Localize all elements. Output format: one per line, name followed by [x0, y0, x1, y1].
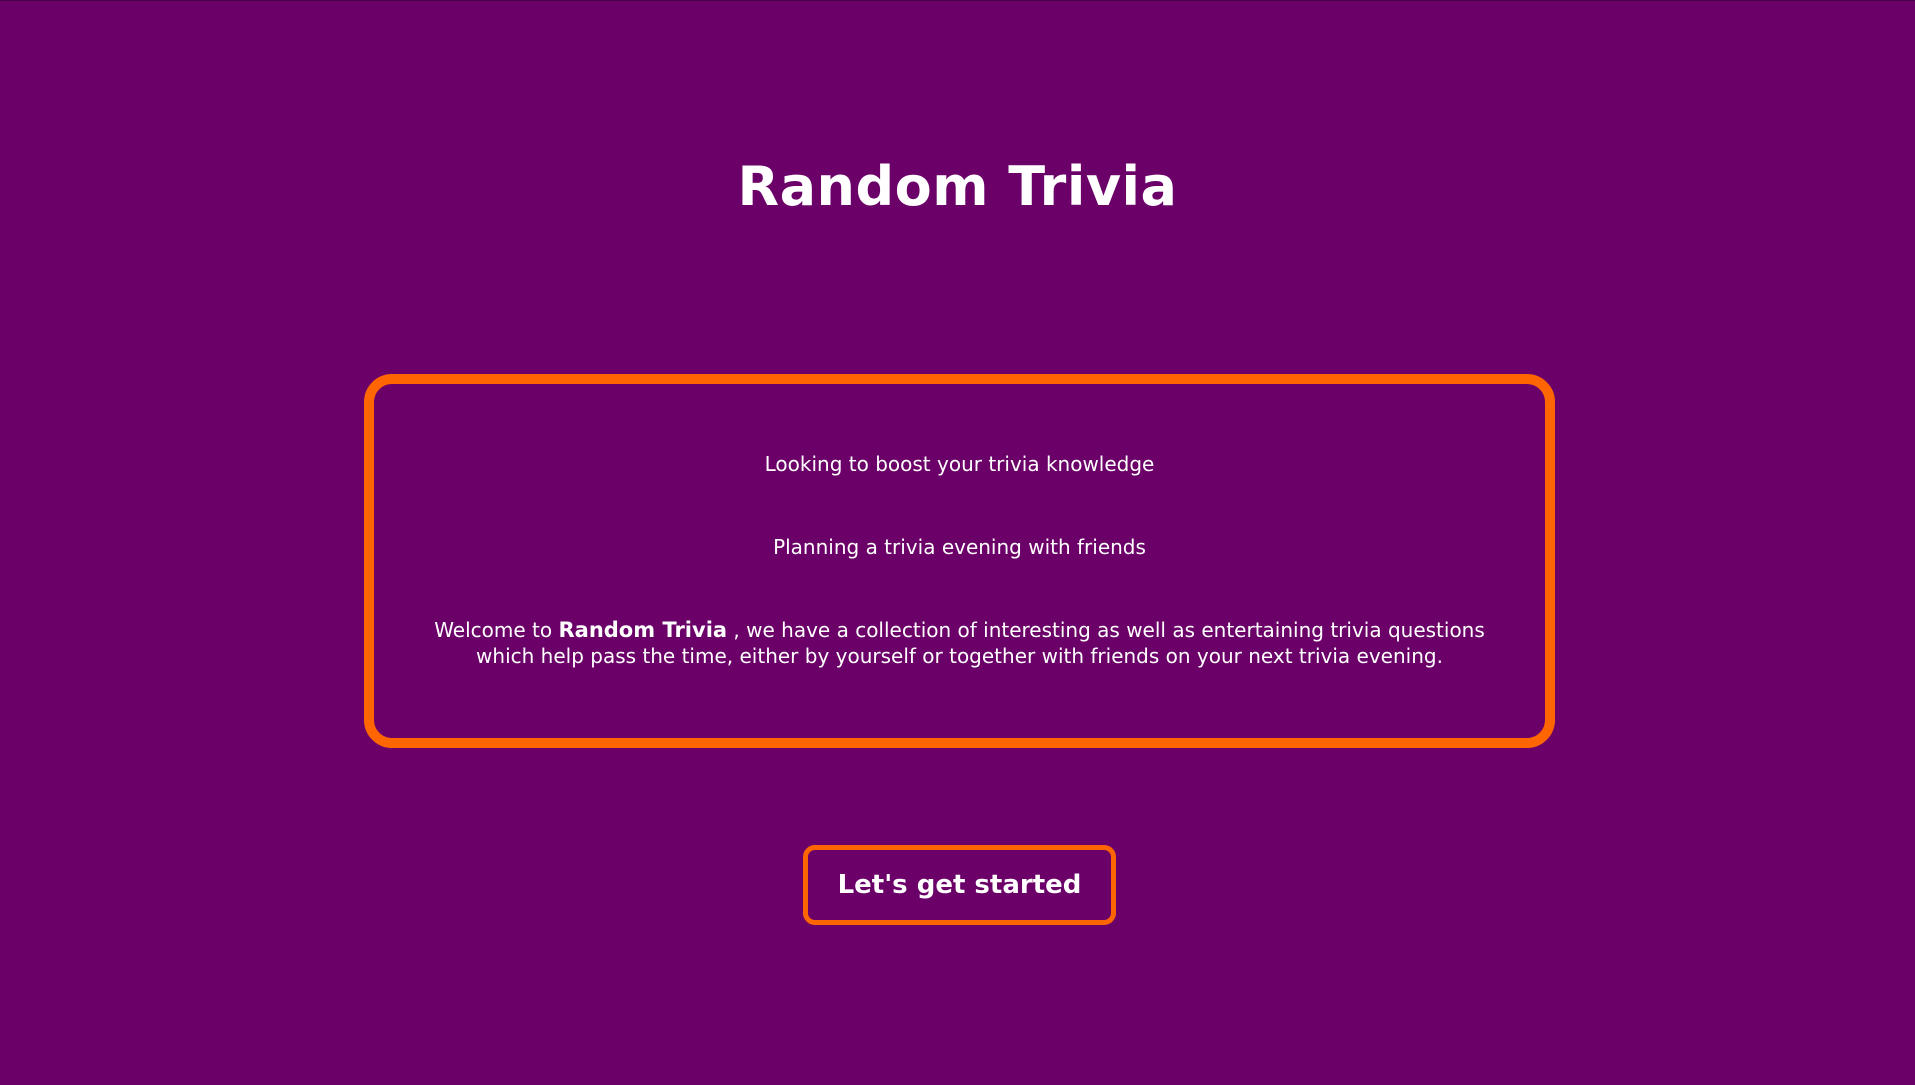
intro-line-evening: Planning a trivia evening with friends — [773, 535, 1146, 559]
welcome-prefix: Welcome to — [434, 618, 553, 642]
page-title: Random Trivia — [737, 155, 1178, 218]
start-button[interactable]: Let's get started — [803, 845, 1116, 925]
welcome-brand-name: Random Trivia — [558, 618, 728, 642]
top-divider — [0, 0, 1915, 1]
intro-box: Looking to boost your trivia knowledge P… — [364, 374, 1555, 748]
intro-line-knowledge: Looking to boost your trivia knowledge — [764, 452, 1155, 476]
welcome-text: Welcome to Random Trivia , we have a col… — [414, 617, 1505, 669]
